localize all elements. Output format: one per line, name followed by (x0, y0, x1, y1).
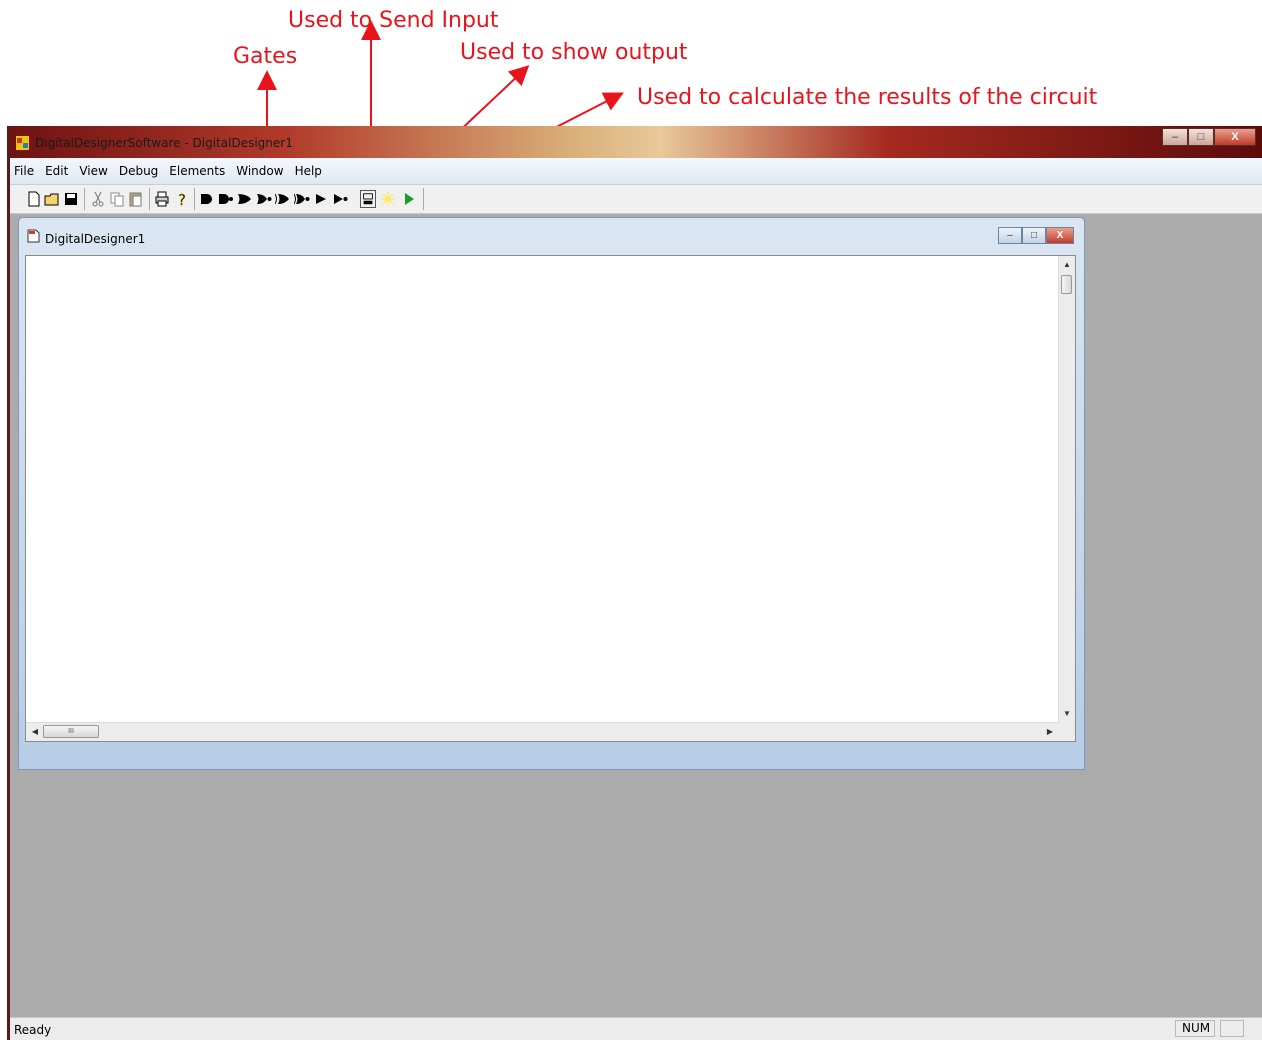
size-grip (1059, 723, 1075, 741)
app-icon (16, 136, 29, 150)
status-pane-empty (1220, 1020, 1244, 1037)
app-window: DigitalDesignerSoftware - DigitalDesigne… (7, 126, 1262, 1040)
scroll-right-arrow-icon[interactable]: ▶ (1043, 723, 1057, 741)
menu-file[interactable]: File (14, 164, 34, 178)
toolbar-separator (194, 188, 195, 210)
save-icon[interactable] (63, 190, 79, 208)
minimize-button[interactable]: – (1162, 128, 1188, 146)
scroll-up-arrow-icon[interactable]: ▲ (1059, 258, 1075, 272)
menu-edit[interactable]: Edit (45, 164, 68, 178)
menu-help[interactable]: Help (295, 164, 322, 178)
input-switch-icon[interactable] (360, 190, 376, 208)
toolbar: ? (10, 185, 1262, 214)
output-lamp-icon[interactable] (380, 190, 396, 208)
title-bar[interactable]: DigitalDesignerSoftware - DigitalDesigne… (10, 126, 1262, 158)
vertical-scroll-thumb[interactable] (1061, 275, 1072, 294)
cut-icon[interactable] (90, 190, 106, 208)
run-icon[interactable] (401, 190, 417, 208)
scroll-down-arrow-icon[interactable]: ▼ (1059, 707, 1075, 721)
child-minimize-button[interactable]: – (998, 227, 1022, 244)
annotation-calculate: Used to calculate the results of the cir… (637, 85, 1098, 110)
vertical-scrollbar[interactable]: ▲ ▼ (1058, 256, 1075, 723)
menu-window[interactable]: Window (236, 164, 283, 178)
xnor-gate-icon[interactable] (294, 190, 310, 208)
menu-view[interactable]: View (79, 164, 107, 178)
num-lock-indicator: NUM (1175, 1020, 1215, 1037)
maximize-button[interactable]: □ (1188, 128, 1214, 146)
document-icon (27, 229, 40, 243)
svg-text:?: ? (178, 191, 186, 208)
menu-debug[interactable]: Debug (119, 164, 158, 178)
status-bar: Ready NUM (10, 1017, 1262, 1040)
help-icon[interactable]: ? (174, 190, 190, 208)
status-text: Ready (14, 1023, 52, 1037)
or-gate-icon[interactable] (237, 190, 253, 208)
xor-gate-icon[interactable] (275, 190, 291, 208)
print-icon[interactable] (154, 190, 170, 208)
nor-gate-icon[interactable] (256, 190, 272, 208)
window-controls: – □ X (1162, 128, 1256, 148)
toolbar-separator (149, 188, 150, 210)
open-folder-icon[interactable] (44, 190, 60, 208)
nand-gate-icon[interactable] (218, 190, 234, 208)
not-gate-icon[interactable] (332, 190, 348, 208)
child-window: DigitalDesigner1 – □ X ▲ ▼ ◀ III ▶ (18, 217, 1085, 770)
child-window-controls: – □ X (998, 227, 1074, 244)
menu-elements[interactable]: Elements (169, 164, 225, 178)
close-button[interactable]: X (1214, 128, 1256, 146)
paste-icon[interactable] (128, 190, 144, 208)
mdi-client-area: DigitalDesigner1 – □ X ▲ ▼ ◀ III ▶ (10, 214, 1262, 1018)
copy-icon[interactable] (109, 190, 125, 208)
and-gate-icon[interactable] (199, 190, 215, 208)
horizontal-scroll-thumb[interactable]: III (43, 725, 99, 738)
annotation-gates: Gates (233, 44, 298, 69)
annotation-show-output: Used to show output (460, 40, 688, 65)
new-document-icon[interactable] (26, 190, 42, 208)
child-maximize-button[interactable]: □ (1022, 227, 1046, 244)
horizontal-scrollbar[interactable]: ◀ III ▶ (26, 722, 1059, 741)
window-title: DigitalDesignerSoftware - DigitalDesigne… (35, 136, 293, 150)
menu-bar: File Edit View Debug Elements Window Hel… (10, 158, 1262, 185)
circuit-canvas[interactable]: ▲ ▼ ◀ III ▶ (25, 255, 1076, 742)
scroll-left-arrow-icon[interactable]: ◀ (28, 723, 42, 741)
child-close-button[interactable]: X (1046, 227, 1074, 244)
annotation-send-input: Used to Send Input (288, 8, 499, 33)
toolbar-separator (423, 188, 424, 210)
child-window-title: DigitalDesigner1 (45, 232, 146, 246)
toolbar-separator (84, 188, 85, 210)
buffer-gate-icon[interactable] (313, 190, 329, 208)
